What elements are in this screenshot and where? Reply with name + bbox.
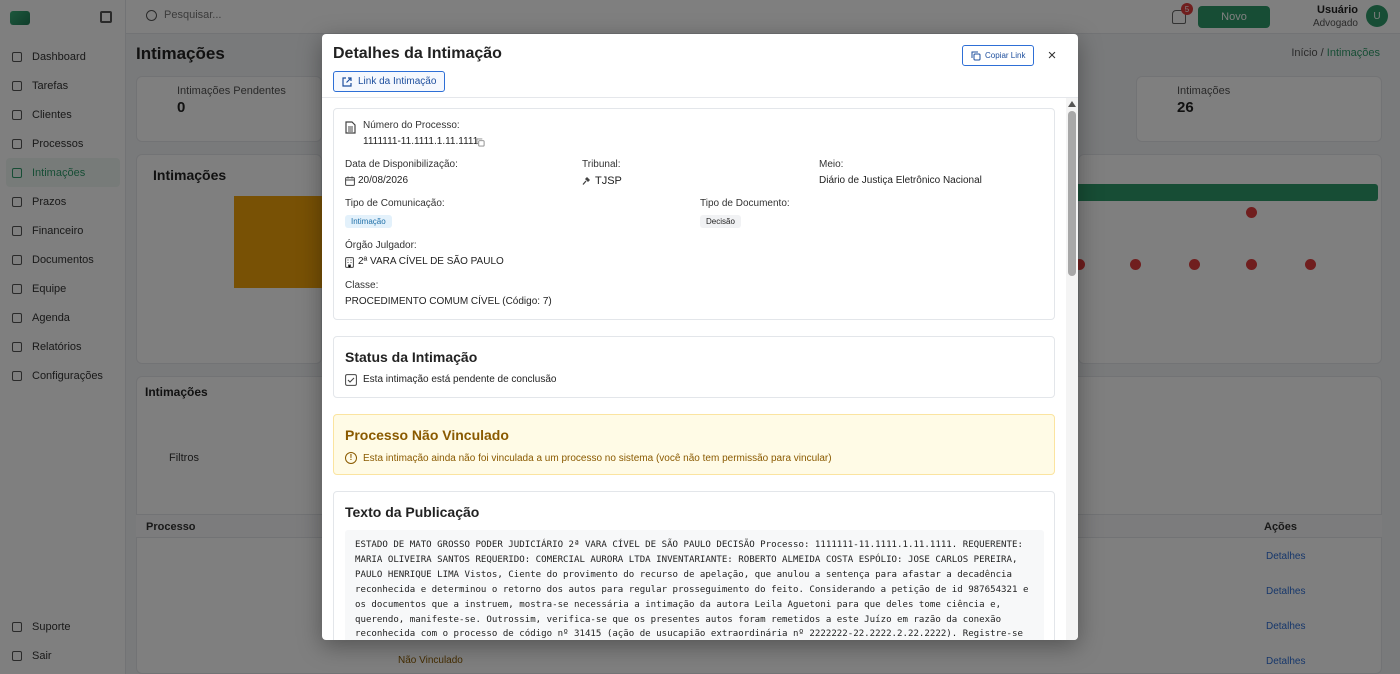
gavel-icon	[582, 177, 590, 185]
modal-header: Detalhes da Intimação Link da Intimação …	[322, 34, 1078, 98]
processo-number: 1111111-11.1111.1.11.1111	[363, 136, 479, 147]
tipo-documento-badge: Decisão	[700, 215, 741, 228]
tribunal-label: Tribunal:	[582, 159, 621, 170]
close-icon[interactable]: ×	[1044, 48, 1060, 64]
intimation-link-button[interactable]: Link da Intimação	[333, 71, 446, 92]
classe-label: Classe:	[345, 280, 379, 291]
modal-title: Detalhes da Intimação	[333, 45, 502, 62]
meio-value: Diário de Justiça Eletrônico Nacional	[819, 175, 982, 186]
copy-icon[interactable]	[476, 138, 485, 147]
copy-icon	[971, 51, 981, 61]
scrollbar-thumb[interactable]	[1068, 111, 1076, 276]
status-section: Status da Intimação Esta intimação está …	[333, 336, 1055, 398]
tipo-documento-label: Tipo de Documento:	[700, 198, 790, 209]
classe-value: PROCEDIMENTO COMUM CÍVEL (Código: 7)	[345, 296, 552, 307]
status-title: Status da Intimação	[345, 349, 478, 365]
warning-not-linked: Processo Não Vinculado ! Esta intimação …	[333, 414, 1055, 475]
publication-section: Texto da Publicação ESTADO DE MATO GROSS…	[333, 491, 1055, 640]
meio-label: Meio:	[819, 159, 844, 170]
tipo-comunicacao-badge: Intimação	[345, 215, 392, 228]
copy-link-label: Copiar Link	[985, 51, 1026, 60]
warning-text: Esta intimação ainda não foi vinculada a…	[363, 453, 832, 464]
intimation-link-label: Link da Intimação	[358, 76, 437, 87]
building-icon	[345, 257, 354, 268]
intimation-details-modal: Detalhes da Intimação Link da Intimação …	[322, 34, 1078, 640]
calendar-icon	[345, 176, 355, 186]
checkbox-icon	[345, 374, 357, 386]
modal-body: Número do Processo: 1111111-11.1111.1.11…	[322, 98, 1066, 640]
data-disponibilizacao-label: Data de Disponibilização:	[345, 159, 458, 170]
external-link-icon	[342, 77, 352, 87]
data-disponibilizacao-value: 20/08/2026	[358, 175, 409, 186]
modal-scrollbar[interactable]	[1066, 98, 1078, 640]
details-section: Número do Processo: 1111111-11.1111.1.11…	[333, 108, 1055, 320]
orgao-julgador-label: Órgão Julgador:	[345, 240, 417, 251]
status-text: Esta intimação está pendente de conclusã…	[363, 374, 557, 385]
publication-title: Texto da Publicação	[345, 504, 480, 520]
tribunal-value: TJSP	[595, 175, 622, 187]
tipo-comunicacao-label: Tipo de Comunicação:	[345, 198, 445, 209]
orgao-julgador-value: 2ª VARA CÍVEL DE SÃO PAULO	[358, 256, 504, 267]
warning-icon: !	[345, 452, 357, 464]
document-icon	[345, 121, 356, 134]
warning-title: Processo Não Vinculado	[345, 427, 509, 443]
copy-link-button[interactable]: Copiar Link	[962, 45, 1035, 66]
processo-label: Número do Processo:	[363, 120, 460, 131]
publication-text: ESTADO DE MATO GROSSO PODER JUDICIÁRIO 2…	[345, 530, 1044, 640]
scroll-up-icon[interactable]	[1068, 101, 1076, 107]
